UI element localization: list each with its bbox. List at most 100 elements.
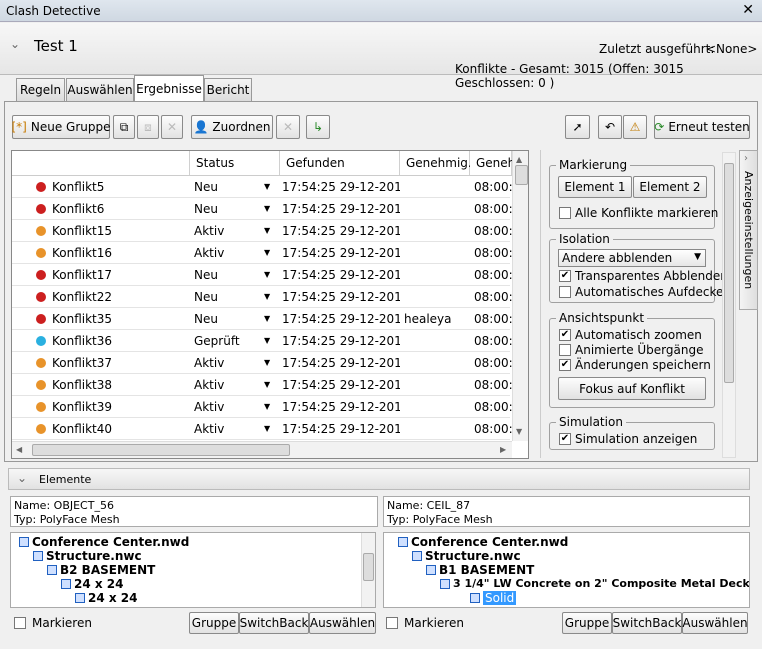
table-row[interactable]: Konflikt22 Neu▼ 17:54:25 29-12-2011 08:00:0… xyxy=(12,286,512,308)
scroll-right-icon[interactable]: ▶ xyxy=(500,445,506,454)
table-row[interactable]: Konflikt17 Neu▼ 17:54:25 29-12-2011 08:00:0… xyxy=(12,264,512,286)
new-group-button[interactable]: [*] Neue Gruppe xyxy=(12,115,111,139)
tree-scrollbar[interactable] xyxy=(361,533,375,607)
tab-rules[interactable]: Regeln xyxy=(16,78,65,101)
close-icon[interactable]: ✕ xyxy=(742,2,754,18)
horizontal-scrollbar[interactable]: ◀ ▶ xyxy=(12,441,512,458)
status-value[interactable]: Neu xyxy=(194,198,268,220)
scroll-up-icon[interactable]: ▲ xyxy=(516,155,522,164)
table-row[interactable]: Konflikt40 Aktiv ▼ 17:54:25 29-12-2011 08:00… xyxy=(12,418,512,440)
table-row[interactable]: Konflikt6 Neu▼ 17:54:25 29-12-2011 08:00:00 xyxy=(12,198,512,220)
status-value[interactable]: Aktiv xyxy=(194,352,268,374)
status-value[interactable]: Neu xyxy=(194,176,268,198)
right-group-button[interactable]: Gruppe xyxy=(562,612,612,634)
table-row[interactable]: Konflikt35 Neu ▼ 17:54:25 29-12-2011 healeya… xyxy=(12,308,512,330)
dropdown-arrow-icon[interactable]: ▼ xyxy=(264,330,278,352)
table-row[interactable]: Konflikt15 Aktiv ▼ 17:54:25 29-12-2011 08:00… xyxy=(12,220,512,242)
auto-reveal-checkbox[interactable] xyxy=(559,286,571,298)
status-value[interactable]: Aktiv xyxy=(194,242,268,264)
comment-button[interactable]: ↳ xyxy=(306,115,330,139)
dropdown-arrow-icon[interactable]: ▼ xyxy=(264,264,278,286)
right-switchback-button[interactable]: SwitchBack xyxy=(612,612,682,634)
select-pointer-button[interactable]: ➚ xyxy=(565,115,590,139)
chevron-down-icon[interactable]: ⌄ xyxy=(10,37,20,51)
tree-item[interactable]: 24 x 24 xyxy=(75,591,138,605)
table-row[interactable]: Konflikt16 Aktiv ▼ 17:54:25 29-12-2011 08:00… xyxy=(12,242,512,264)
auto-zoom-checkbox[interactable]: ✔ xyxy=(559,329,571,341)
tab-report[interactable]: Bericht xyxy=(204,78,252,101)
dropdown-arrow-icon[interactable]: ▼ xyxy=(264,308,278,330)
horizontal-scroll-thumb[interactable] xyxy=(32,444,290,456)
header-approved[interactable]: Genehm xyxy=(470,151,527,175)
reset-button[interactable]: ↶ xyxy=(598,115,622,139)
left-mark-checkbox[interactable] xyxy=(14,617,26,629)
elements-header[interactable]: ⌄ Elemente xyxy=(8,468,750,490)
status-value[interactable]: Geprüft xyxy=(194,330,268,352)
tab-results[interactable]: Ergebnisse xyxy=(134,75,204,101)
dropdown-arrow-icon[interactable]: ▼ xyxy=(264,220,278,242)
side-scroll-thumb[interactable] xyxy=(724,163,734,383)
tree-item[interactable]: 24 x 24 xyxy=(61,577,124,591)
vertical-scroll-thumb[interactable] xyxy=(515,165,528,185)
tab-select[interactable]: Auswählen xyxy=(66,78,134,101)
tree-scroll-thumb[interactable] xyxy=(363,553,374,581)
display-settings-tab[interactable]: › Anzeigeeinstellungen xyxy=(739,150,758,310)
ungroup-button[interactable]: ⧈ xyxy=(137,115,159,139)
save-changes-checkbox[interactable]: ✔ xyxy=(559,359,571,371)
status-value[interactable]: Neu xyxy=(194,264,268,286)
unassign-button[interactable]: ✕ xyxy=(276,115,300,139)
tree-item-selected[interactable]: Solid xyxy=(470,591,517,605)
header-found[interactable]: Gefunden xyxy=(280,151,400,175)
warning-button[interactable]: ⚠ xyxy=(623,115,647,139)
dropdown-arrow-icon[interactable]: ▼ xyxy=(264,242,278,264)
remove-from-group-button[interactable]: ✕ xyxy=(161,115,183,139)
left-switchback-button[interactable]: SwitchBack xyxy=(239,612,309,634)
left-select-button[interactable]: Auswählen xyxy=(309,612,376,634)
side-scrollbar[interactable] xyxy=(722,152,736,458)
left-group-button[interactable]: Gruppe xyxy=(189,612,239,634)
dropdown-arrow-icon[interactable]: ▼ xyxy=(264,396,278,418)
tree-item[interactable]: B1 BASEMENT xyxy=(426,563,534,577)
group-icon-button[interactable]: ⧉ xyxy=(113,115,135,139)
header-name[interactable] xyxy=(12,151,190,175)
dim-select[interactable]: Andere abblenden ▼ xyxy=(558,249,706,267)
header-approved-by[interactable]: Genehmig... xyxy=(400,151,479,175)
table-row[interactable]: Konflikt39 Aktiv ▼ 17:54:25 29-12-2011 08:00… xyxy=(12,396,512,418)
status-value[interactable]: Aktiv xyxy=(194,220,268,242)
retest-button[interactable]: ⟳ Erneut testen xyxy=(654,115,750,139)
show-sim-checkbox[interactable]: ✔ xyxy=(559,433,571,445)
element2-button[interactable]: Element 2 xyxy=(633,176,707,198)
scroll-down-icon[interactable]: ▼ xyxy=(516,427,522,436)
status-value[interactable]: Aktiv xyxy=(194,396,268,418)
tree-item[interactable]: B2 BASEMENT xyxy=(47,563,155,577)
transparent-checkbox[interactable]: ✔ xyxy=(559,270,571,282)
tree-item[interactable]: 3 1/4" LW Concrete on 2" Composite Metal… xyxy=(440,577,749,590)
table-row[interactable]: Konflikt5 Neu▼ 17:54:25 29-12-2011 08:00:00 xyxy=(12,176,512,198)
tree-item[interactable]: Conference Center.nwd xyxy=(19,535,189,549)
dropdown-arrow-icon[interactable]: ▼ xyxy=(264,198,278,220)
tree-item[interactable]: Structure.nwc xyxy=(412,549,521,563)
table-row[interactable]: Konflikt37 Aktiv ▼ 17:54:25 29-12-2011 08:00… xyxy=(12,352,512,374)
scroll-left-icon[interactable]: ◀ xyxy=(16,445,22,454)
table-row[interactable]: Konflikt38 Aktiv ▼ 17:54:25 29-12-2011 08:00… xyxy=(12,374,512,396)
status-value[interactable]: Neu xyxy=(194,308,268,330)
animated-checkbox[interactable] xyxy=(559,344,571,356)
all-conflicts-checkbox[interactable] xyxy=(559,207,571,219)
element1-button[interactable]: Element 1 xyxy=(558,176,632,198)
dropdown-arrow-icon[interactable]: ▼ xyxy=(264,352,278,374)
table-row[interactable]: Konflikt36 Geprüft ▼ 17:54:25 29-12-2011 08:… xyxy=(12,330,512,352)
status-value[interactable]: Aktiv xyxy=(194,374,268,396)
right-mark-checkbox[interactable] xyxy=(386,617,398,629)
assign-button[interactable]: 👤 Zuordnen xyxy=(191,115,273,139)
status-value[interactable]: Aktiv xyxy=(194,418,268,440)
vertical-scrollbar[interactable]: ▲ ▼ xyxy=(512,151,528,441)
status-value[interactable]: Neu xyxy=(194,286,268,308)
dropdown-arrow-icon[interactable]: ▼ xyxy=(264,286,278,308)
focus-conflict-button[interactable]: Fokus auf Konflikt xyxy=(558,377,706,400)
dropdown-arrow-icon[interactable]: ▼ xyxy=(264,418,278,440)
dropdown-arrow-icon[interactable]: ▼ xyxy=(264,374,278,396)
header-status[interactable]: Status xyxy=(190,151,280,175)
tree-item[interactable]: Structure.nwc xyxy=(33,549,142,563)
right-select-button[interactable]: Auswählen xyxy=(682,612,748,634)
dropdown-arrow-icon[interactable]: ▼ xyxy=(264,176,278,198)
